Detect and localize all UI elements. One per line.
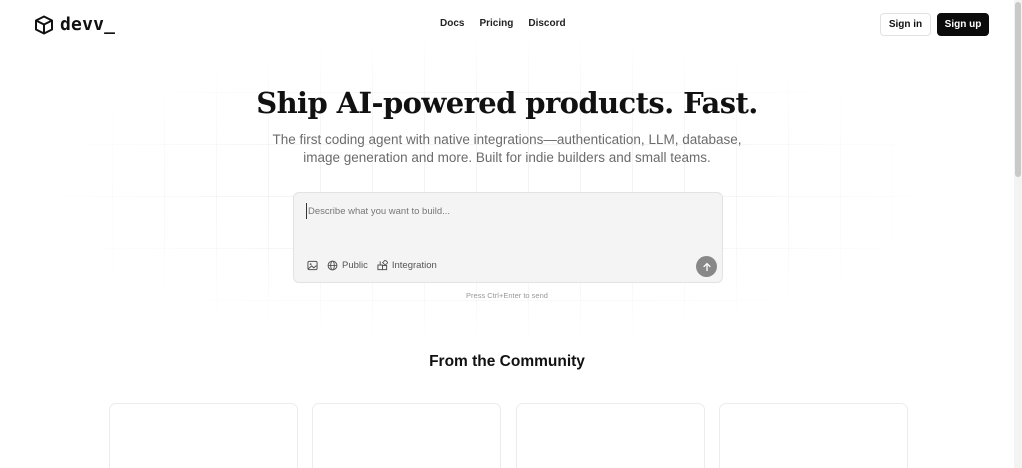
community-card[interactable] bbox=[516, 403, 705, 468]
prompt-toolbar: Public Integration bbox=[307, 260, 437, 271]
sign-in-button[interactable]: Sign in bbox=[880, 13, 931, 36]
send-button[interactable] bbox=[696, 256, 717, 277]
cube-logo-icon bbox=[35, 15, 53, 34]
nav-docs-link[interactable]: Docs bbox=[440, 18, 464, 29]
community-card[interactable] bbox=[719, 403, 908, 468]
integration-label: Integration bbox=[391, 260, 437, 271]
blocks-icon bbox=[377, 260, 388, 271]
hero-subtitle-line-1: The first coding agent with native integ… bbox=[272, 132, 742, 147]
prompt-box: Public Integration bbox=[293, 192, 723, 283]
visibility-toggle[interactable]: Public bbox=[327, 260, 368, 271]
top-nav: Docs Pricing Discord bbox=[440, 18, 566, 29]
image-upload-button[interactable] bbox=[307, 260, 318, 271]
community-card[interactable] bbox=[312, 403, 501, 468]
community-card[interactable] bbox=[109, 403, 298, 468]
hero-subtitle-line-2: image generation and more. Built for ind… bbox=[303, 150, 711, 165]
page: devv_ Docs Pricing Discord Sign in Sign … bbox=[0, 0, 1022, 468]
integration-button[interactable]: Integration bbox=[377, 260, 437, 271]
sign-up-button[interactable]: Sign up bbox=[937, 13, 989, 36]
community-title: From the Community bbox=[429, 353, 585, 370]
scrollbar-thumb[interactable] bbox=[1015, 2, 1021, 177]
visibility-label: Public bbox=[342, 260, 368, 271]
logo-text: devv_ bbox=[60, 14, 116, 35]
globe-icon bbox=[327, 260, 338, 271]
arrow-up-icon bbox=[702, 262, 711, 271]
hero-title: Ship AI-powered products. Fast. bbox=[256, 86, 758, 120]
nav-pricing-link[interactable]: Pricing bbox=[479, 18, 513, 29]
logo[interactable]: devv_ bbox=[34, 14, 115, 35]
image-icon bbox=[307, 260, 318, 271]
header: devv_ Docs Pricing Discord Sign in Sign … bbox=[0, 0, 1014, 48]
scrollbar[interactable] bbox=[1014, 0, 1022, 468]
nav-discord-link[interactable]: Discord bbox=[528, 18, 565, 29]
prompt-input[interactable] bbox=[306, 203, 706, 219]
hero-subtitle: The first coding agent with native integ… bbox=[257, 131, 757, 167]
send-hint: Press Ctrl+Enter to send bbox=[466, 291, 548, 300]
